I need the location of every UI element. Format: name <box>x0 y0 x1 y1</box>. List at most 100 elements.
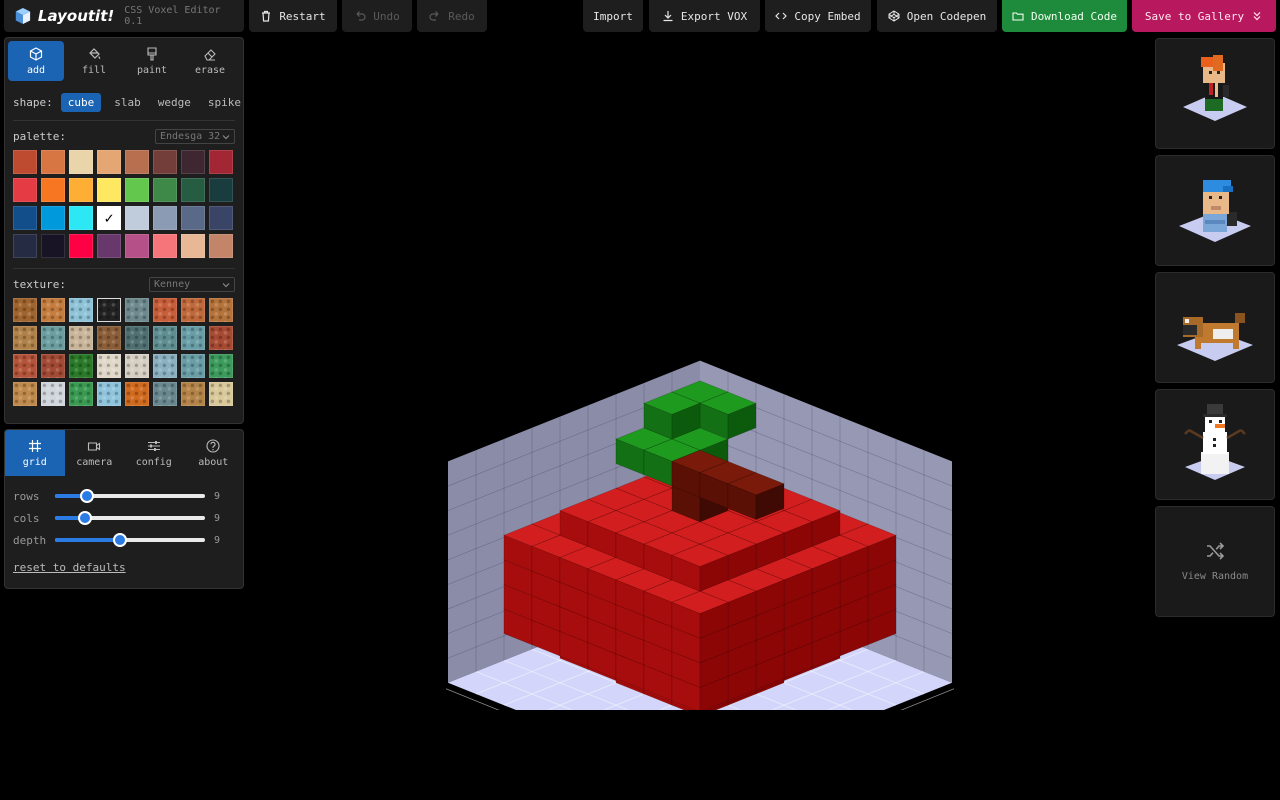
shape-slab[interactable]: slab <box>107 93 148 112</box>
reset-defaults-link[interactable]: reset to defaults <box>13 561 126 574</box>
slider-knob[interactable] <box>78 511 92 525</box>
slider-track[interactable] <box>55 533 205 547</box>
palette-swatch[interactable] <box>41 150 65 174</box>
palette-swatch[interactable] <box>153 234 177 258</box>
palette-swatch[interactable] <box>209 178 233 202</box>
export-vox-button[interactable]: Export VOX <box>649 0 760 32</box>
palette-swatch[interactable] <box>153 150 177 174</box>
palette-swatch[interactable] <box>209 234 233 258</box>
palette-swatch[interactable] <box>181 206 205 230</box>
palette-swatch[interactable] <box>181 178 205 202</box>
save-to-gallery-button[interactable]: Save to Gallery <box>1132 0 1276 32</box>
texture-swatch[interactable] <box>13 382 37 406</box>
texture-swatch[interactable] <box>209 326 233 350</box>
voxel-viewport[interactable] <box>400 130 1000 710</box>
texture-swatch[interactable] <box>69 298 93 322</box>
tool-erase[interactable]: erase <box>182 41 238 81</box>
redo-button[interactable]: Redo <box>417 0 487 32</box>
texture-swatch[interactable] <box>181 326 205 350</box>
texture-swatch[interactable] <box>97 354 121 378</box>
palette-swatch[interactable] <box>125 150 149 174</box>
texture-swatch[interactable] <box>41 354 65 378</box>
palette-swatch[interactable] <box>97 234 121 258</box>
texture-swatch[interactable] <box>181 382 205 406</box>
palette-swatch[interactable] <box>13 206 37 230</box>
texture-swatch[interactable] <box>13 354 37 378</box>
palette-swatch[interactable] <box>41 206 65 230</box>
app-logo[interactable]: Layoutit! CSS Voxel Editor 0.1 <box>4 0 244 32</box>
palette-swatch[interactable] <box>125 178 149 202</box>
palette-swatch[interactable] <box>69 178 93 202</box>
gallery-item-figure[interactable] <box>1155 38 1275 149</box>
texture-swatch[interactable] <box>125 298 149 322</box>
palette-swatch[interactable] <box>97 178 121 202</box>
copy-embed-button[interactable]: Copy Embed <box>765 0 871 32</box>
texture-swatch[interactable] <box>41 382 65 406</box>
texture-swatch[interactable] <box>209 382 233 406</box>
import-button[interactable]: Import <box>583 0 643 32</box>
tab-about[interactable]: about <box>184 430 244 476</box>
palette-swatch[interactable] <box>69 234 93 258</box>
slider-knob[interactable] <box>112 533 127 547</box>
texture-swatch[interactable] <box>125 382 149 406</box>
palette-swatch[interactable] <box>125 234 149 258</box>
shape-spike[interactable]: spike <box>201 93 248 112</box>
palette-swatch[interactable] <box>97 150 121 174</box>
texture-swatch[interactable] <box>97 326 121 350</box>
gallery-item-worker[interactable] <box>1155 155 1275 266</box>
palette-swatch[interactable] <box>181 150 205 174</box>
texture-swatch[interactable] <box>181 298 205 322</box>
texture-swatch[interactable] <box>13 298 37 322</box>
texture-swatch[interactable] <box>153 382 177 406</box>
tab-camera[interactable]: camera <box>65 430 125 476</box>
tab-config[interactable]: config <box>124 430 184 476</box>
gallery-item-snowman[interactable] <box>1155 389 1275 500</box>
texture-swatch[interactable] <box>125 326 149 350</box>
palette-swatch[interactable] <box>13 234 37 258</box>
tab-grid[interactable]: grid <box>5 430 65 476</box>
open-codepen-button[interactable]: Open Codepen <box>877 0 997 32</box>
palette-select[interactable]: Endesga 32 <box>155 129 235 144</box>
view-random-button[interactable]: View Random <box>1155 506 1275 617</box>
palette-swatch[interactable] <box>153 178 177 202</box>
texture-swatch[interactable] <box>153 298 177 322</box>
palette-swatch[interactable] <box>209 206 233 230</box>
texture-swatch[interactable] <box>153 354 177 378</box>
tool-paint[interactable]: paint <box>124 41 180 81</box>
download-code-button[interactable]: Download Code <box>1002 0 1127 32</box>
texture-swatch[interactable] <box>209 298 233 322</box>
texture-swatch[interactable] <box>41 326 65 350</box>
shape-cube[interactable]: cube <box>60 92 102 112</box>
palette-swatch[interactable] <box>181 234 205 258</box>
texture-swatch[interactable] <box>69 382 93 406</box>
texture-swatch[interactable] <box>41 298 65 322</box>
palette-swatch[interactable] <box>153 206 177 230</box>
shape-wedge[interactable]: wedge <box>151 93 198 112</box>
slider-knob[interactable] <box>79 489 94 503</box>
palette-swatch[interactable] <box>41 234 65 258</box>
tool-fill[interactable]: fill <box>66 41 122 81</box>
slider-track[interactable] <box>55 489 205 503</box>
texture-swatch[interactable] <box>97 298 121 322</box>
palette-swatch[interactable] <box>125 206 149 230</box>
texture-swatch[interactable] <box>69 326 93 350</box>
undo-button[interactable]: Undo <box>342 0 412 32</box>
texture-swatch[interactable] <box>153 326 177 350</box>
restart-button[interactable]: Restart <box>249 0 337 32</box>
slider-track[interactable] <box>55 511 205 525</box>
palette-swatch[interactable] <box>13 150 37 174</box>
palette-swatch[interactable] <box>209 150 233 174</box>
palette-swatch[interactable] <box>69 150 93 174</box>
texture-swatch[interactable] <box>97 382 121 406</box>
gallery-item-dog[interactable] <box>1155 272 1275 383</box>
texture-select[interactable]: Kenney <box>149 277 235 292</box>
texture-swatch[interactable] <box>125 354 149 378</box>
palette-swatch[interactable] <box>41 178 65 202</box>
palette-swatch[interactable] <box>69 206 93 230</box>
palette-swatch[interactable] <box>13 178 37 202</box>
texture-swatch[interactable] <box>209 354 233 378</box>
texture-swatch[interactable] <box>13 326 37 350</box>
tool-add[interactable]: add <box>8 41 64 81</box>
texture-swatch[interactable] <box>69 354 93 378</box>
palette-swatch[interactable]: ✓ <box>97 206 121 230</box>
